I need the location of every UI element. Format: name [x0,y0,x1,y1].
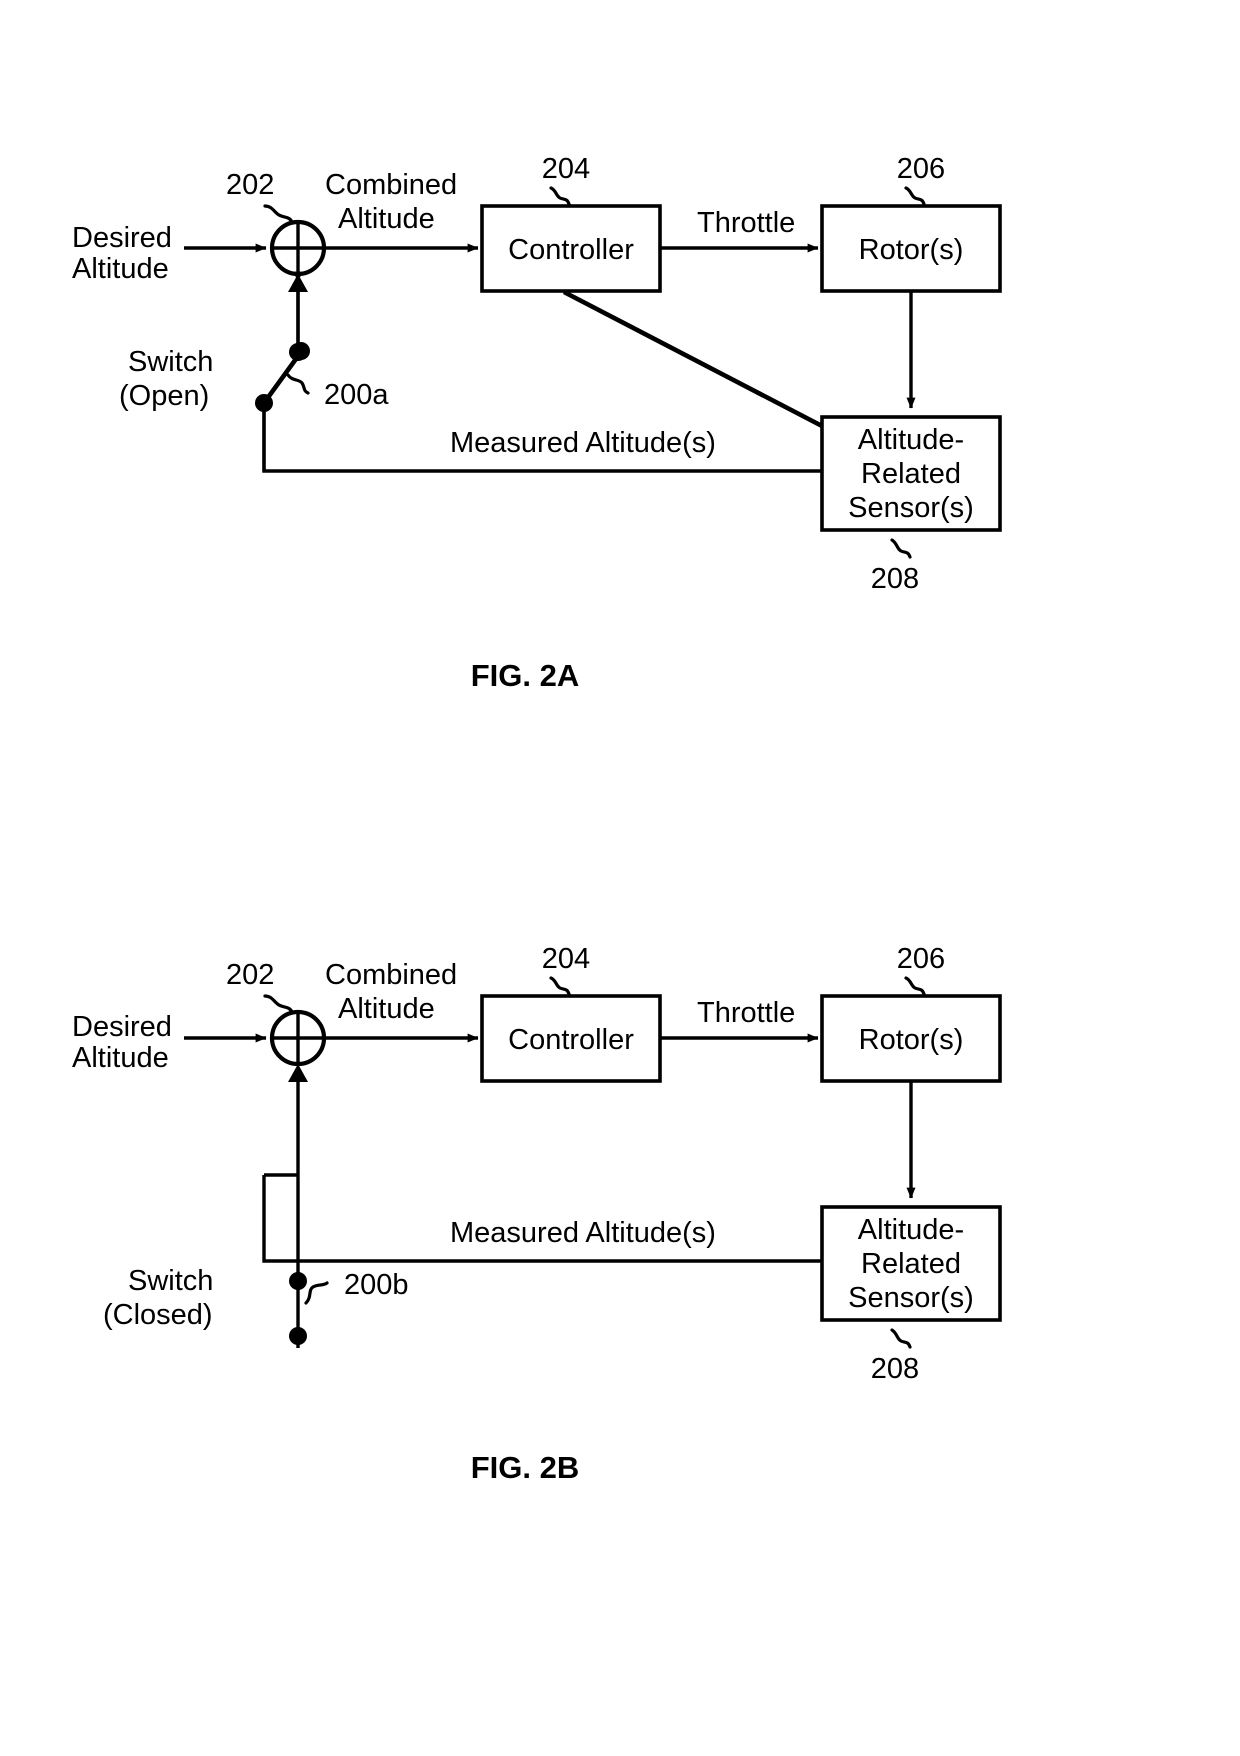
ref-204-label-b: 204 [542,943,590,975]
desired-altitude-label-line1-b: Desired [72,1011,172,1043]
ref-200a-label: 200a [324,379,389,411]
ref-202-label-b: 202 [226,959,274,991]
ref-208-leader-b [890,1328,912,1349]
switch-contact-dot-upper-b [289,1272,307,1290]
measured-altitude-label-b: Measured Altitude(s) [450,1217,716,1249]
combined-altitude-label-line2: Altitude [338,203,435,235]
switch-blade-tip-dot [292,342,310,360]
switch-contact-dot-lower-b [289,1327,307,1345]
figure-2a: Desired Altitude 202 Combined Altitude C… [72,153,1002,693]
block-sensors-label-line2: Related [861,458,961,490]
combined-altitude-label-line1: Combined [325,169,457,201]
desired-altitude-label-line1: Desired [72,222,172,254]
desired-altitude-label-line2: Altitude [72,253,169,285]
ref-204-leader [549,186,571,206]
figure-sheet: Desired Altitude 202 Combined Altitude C… [0,0,1240,1756]
block-rotors-label-b: Rotor(s) [859,1024,964,1056]
ref-206-leader [904,186,926,206]
ref-206-label: 206 [897,153,945,185]
ref-200b-label: 200b [344,1269,409,1301]
block-sensors-label-line3: Sensor(s) [848,492,974,524]
measured-altitude-label: Measured Altitude(s) [450,427,716,459]
switch-label-line1: Switch [128,346,213,378]
block-sensors-label-line2-b: Related [861,1248,961,1280]
ref-200b-leader-b [304,1281,329,1305]
figure-2b-caption: FIG. 2B [471,1450,580,1485]
wire-controller-to-sensors-diagonal [562,289,824,429]
switch-label-line1-b: Switch [128,1265,213,1297]
throttle-label-b: Throttle [697,997,795,1029]
block-controller-label-b: Controller [508,1024,634,1056]
ref-208-leader [890,538,912,559]
combined-altitude-label-line1-b: Combined [325,959,457,991]
switch-200b: 200b Switch (Closed) [103,1064,409,1348]
ref-202-label: 202 [226,169,274,201]
switch-200a: 200a Switch (Open) [119,271,389,471]
ref-206-leader-b [904,976,926,996]
ref-208-label: 208 [871,563,919,595]
ref-202-leader-b [263,994,294,1014]
switch-blade-open [262,350,303,405]
switch-label-line2: (Open) [119,380,209,412]
block-sensors-label-line1: Altitude- [858,424,964,456]
combined-altitude-label-line2-b: Altitude [338,993,435,1025]
ref-204-label: 204 [542,153,590,185]
throttle-label: Throttle [697,207,795,239]
block-sensors-label-line1-b: Altitude- [858,1214,964,1246]
patent-figure-svg: Desired Altitude 202 Combined Altitude C… [72,153,1002,1485]
ref-204-leader-b [549,976,571,996]
block-sensors-label-line3-b: Sensor(s) [848,1282,974,1314]
ref-208-label-b: 208 [871,1353,919,1385]
ref-206-label-b: 206 [897,943,945,975]
desired-altitude-label-line2-b: Altitude [72,1042,169,1074]
figure-2b: Desired Altitude 202 Combined Altitude C… [72,943,1002,1485]
block-controller-label: Controller [508,234,634,266]
ref-202-leader [263,204,294,224]
ref-200a-leader [286,373,310,395]
switch-label-line2-b: (Closed) [103,1299,213,1331]
figure-2a-caption: FIG. 2A [471,658,580,693]
block-rotors-label: Rotor(s) [859,234,964,266]
